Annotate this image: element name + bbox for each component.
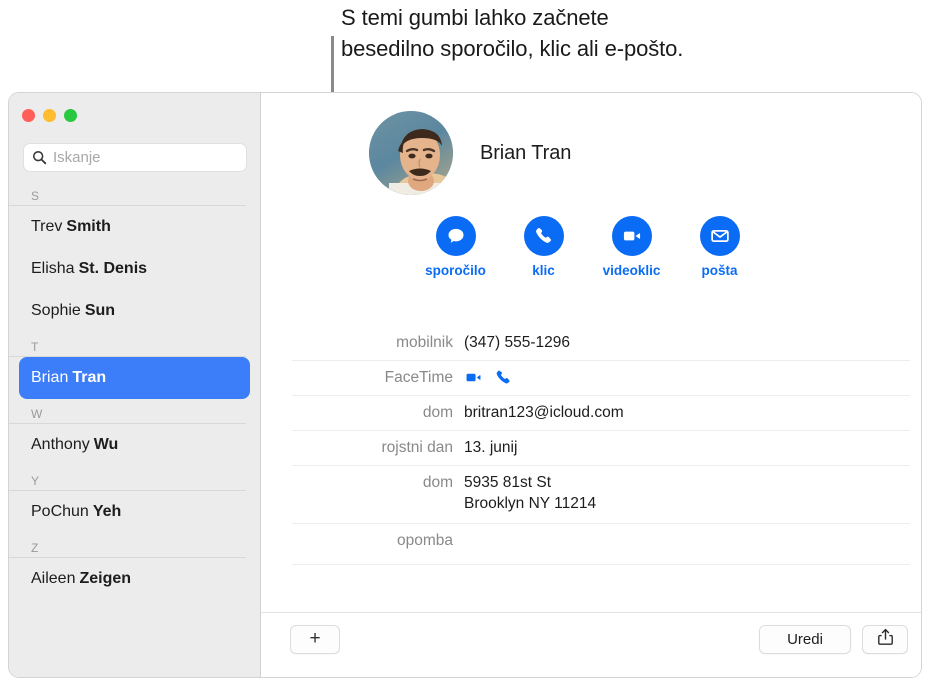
action-button-videoklic[interactable]: videoklic: [603, 216, 660, 278]
add-contact-button[interactable]: +: [290, 625, 340, 654]
section-header-z: Z: [9, 533, 246, 558]
close-button[interactable]: [22, 109, 35, 122]
field-value: 5935 81st St Brooklyn NY 11214: [464, 474, 597, 512]
field-value: britran123@icloud.com: [464, 404, 624, 421]
mail-icon: [699, 216, 740, 256]
field-value: 13. junij: [464, 439, 518, 456]
contact-first-name: Anthony: [31, 436, 90, 453]
contact-header: Brian Tran: [369, 111, 571, 195]
action-button-label: videoklic: [602, 263, 661, 278]
action-buttons: sporočilo klic videoklic pošta: [425, 216, 743, 278]
field-label: dom: [422, 474, 453, 491]
contact-list-item[interactable]: Trev Smith: [19, 206, 250, 248]
plus-icon: +: [309, 628, 321, 649]
action-button-pota[interactable]: pošta: [696, 216, 743, 278]
edit-button[interactable]: Uredi: [759, 625, 851, 654]
contact-last-name: Sun: [84, 302, 116, 319]
contact-first-name: Elisha: [31, 260, 75, 277]
contact-last-name: Wu: [93, 436, 119, 453]
contact-list-item[interactable]: Sophie Sun: [19, 290, 250, 332]
window-controls: [22, 109, 77, 122]
contact-fields: mobilnik (347) 555-1296 FaceTime dom britran…: [292, 326, 910, 565]
section-header-w: W: [9, 399, 246, 424]
search-input[interactable]: [53, 149, 233, 166]
field-row[interactable]: FaceTime: [292, 361, 910, 396]
avatar: [369, 111, 453, 195]
field-label: dom: [422, 404, 453, 421]
zoom-button[interactable]: [64, 109, 77, 122]
contact-list-item[interactable]: Elisha St. Denis: [19, 248, 250, 290]
contact-name: Brian Tran: [480, 141, 572, 164]
field-row[interactable]: dom britran123@icloud.com: [292, 396, 910, 431]
action-button-sporoilo[interactable]: sporočilo: [425, 216, 486, 278]
field-value: [464, 367, 910, 388]
contact-last-name: Tran: [72, 369, 107, 386]
contact-list-item[interactable]: Brian Tran: [19, 357, 250, 399]
action-button-klic[interactable]: klic: [520, 216, 567, 278]
contact-list[interactable]: S Trev Smith Elisha St. Denis Sophie Sun T Brian…: [9, 181, 260, 677]
contact-detail-pane: Brian Tran sporočilo klic videoklic pošta m…: [261, 93, 921, 677]
contact-first-name: Aileen: [31, 570, 76, 587]
contact-first-name: Sophie: [31, 302, 81, 319]
phone-icon: [523, 216, 564, 256]
field-row[interactable]: dom 5935 81st St Brooklyn NY 11214: [292, 466, 910, 524]
search-icon: [32, 150, 47, 165]
minimize-button[interactable]: [43, 109, 56, 122]
contact-first-name: PoChun: [31, 503, 89, 520]
video-icon[interactable]: [464, 368, 483, 387]
action-button-label: sporočilo: [425, 263, 486, 278]
share-icon: [877, 628, 894, 651]
sidebar: STrevSmithElishaSt. DenisSophieSunTBrian…: [9, 93, 261, 677]
contact-last-name: Zeigen: [79, 570, 132, 587]
share-button[interactable]: [862, 625, 908, 654]
contact-first-name: Trev: [31, 218, 63, 235]
contact-list-item[interactable]: PoChun Yeh: [19, 491, 250, 533]
action-button-label: pošta: [701, 263, 738, 278]
field-label: rojstni dan: [381, 439, 453, 456]
contact-list-item[interactable]: Anthony Wu: [19, 424, 250, 466]
contact-last-name: Smith: [66, 218, 111, 235]
contact-last-name: St. Denis: [78, 260, 148, 277]
field-row[interactable]: opomba: [292, 524, 910, 565]
video-icon: [611, 216, 652, 256]
field-label: mobilnik: [396, 334, 453, 351]
edit-button-label: Uredi: [787, 631, 823, 648]
search-field[interactable]: [23, 143, 247, 172]
section-header-s: S: [9, 181, 246, 206]
field-value: (347) 555-1296: [464, 334, 570, 351]
section-header-t: T: [9, 332, 246, 357]
phone-icon[interactable]: [494, 368, 513, 387]
field-row[interactable]: rojstni dan 13. junij: [292, 431, 910, 466]
field-row[interactable]: mobilnik (347) 555-1296: [292, 326, 910, 361]
field-label: opomba: [396, 532, 453, 549]
callout-text: S temi gumbi lahko začnete besedilno spo…: [341, 5, 684, 61]
contact-first-name: Brian: [31, 369, 69, 386]
contacts-window: STrevSmithElishaSt. DenisSophieSunTBrian…: [8, 92, 922, 678]
bottom-toolbar: + Uredi: [261, 612, 921, 677]
action-button-label: klic: [532, 263, 555, 278]
section-header-y: Y: [9, 466, 246, 491]
contact-list-item[interactable]: Aileen Zeigen: [19, 558, 250, 600]
contact-last-name: Yeh: [92, 503, 122, 520]
field-label: FaceTime: [384, 369, 453, 386]
message-icon: [435, 216, 476, 256]
